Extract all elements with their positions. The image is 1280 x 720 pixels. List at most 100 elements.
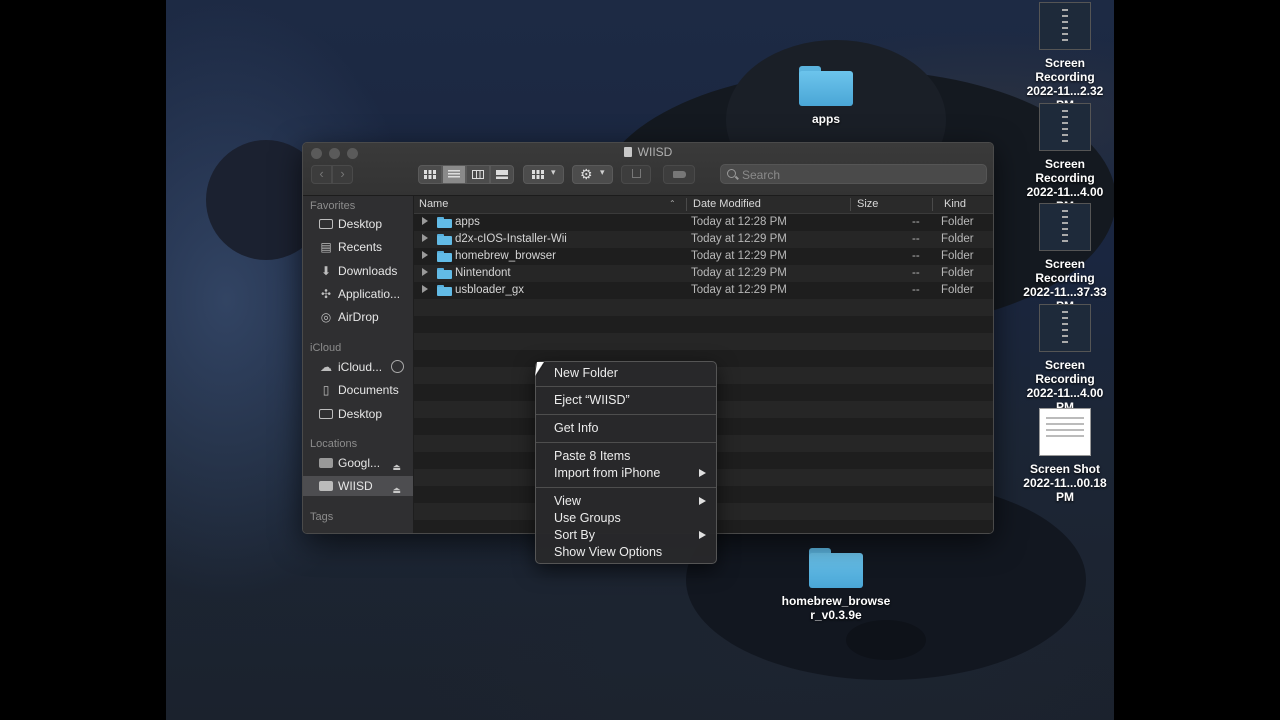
search-field[interactable]	[720, 164, 987, 184]
table-row[interactable]: usbloader_gx Today at 12:29 PM -- Folder	[414, 282, 993, 299]
sidebar-item-label: AirDrop	[338, 310, 379, 324]
sidebar-item-desktop[interactable]: Desktop	[303, 214, 413, 234]
menu-item-eject[interactable]: Eject “WIISD”	[536, 392, 716, 409]
grid-icon	[532, 170, 544, 179]
chevron-down-icon: ▾	[600, 167, 605, 177]
sidebar-item-icloud-drive[interactable]: ☁ iCloud...	[303, 357, 413, 377]
download-icon: ⬇	[320, 264, 332, 278]
desktop-file-screen-shot[interactable]: Screen Shot 2022-11...00.18 PM	[1016, 408, 1114, 504]
file-size: --	[912, 216, 920, 228]
sidebar-item-label: Desktop	[338, 407, 383, 421]
desktop-file-screen-recording[interactable]: Screen Recording 2022-11...4.00 PM	[1016, 304, 1114, 414]
menu-separator	[536, 414, 716, 415]
file-date: Today at 12:29 PM	[691, 233, 787, 245]
table-row[interactable]: Nintendont Today at 12:29 PM -- Folder	[414, 265, 993, 282]
icon-view-button[interactable]	[418, 165, 442, 184]
drive-icon	[319, 458, 333, 468]
file-kind: Folder	[941, 216, 974, 228]
menu-item-view[interactable]: View	[536, 493, 716, 510]
file-size: --	[912, 284, 920, 296]
eject-icon[interactable]: ⏏	[392, 457, 401, 477]
disclosure-triangle-icon[interactable]	[422, 234, 428, 242]
chevron-down-icon: ▾	[551, 167, 556, 177]
titlebar: WIISD ‹ › ▾ ⚙ ▾	[303, 143, 993, 196]
menu-item-paste[interactable]: Paste 8 Items	[536, 448, 716, 465]
sidebar-section-tags: Tags	[310, 511, 334, 523]
sidebar-item-label: Googl...	[338, 456, 381, 470]
desktop-folder-apps[interactable]: apps	[796, 66, 856, 126]
table-row[interactable]: homebrew_browser Today at 12:29 PM -- Fo…	[414, 248, 993, 265]
desktop-icon	[319, 219, 333, 229]
file-date: Today at 12:28 PM	[691, 216, 787, 228]
drive-icon	[319, 481, 333, 491]
menu-separator	[536, 442, 716, 443]
sidebar-item-recents[interactable]: ▤ Recents	[303, 237, 413, 257]
list-view-button[interactable]	[442, 165, 466, 184]
sidebar-item-label: Documents	[338, 383, 399, 397]
column-size[interactable]: Size	[857, 198, 878, 210]
file-kind: Folder	[941, 284, 974, 296]
sidebar-item-google-drive[interactable]: Googl... ⏏	[303, 453, 413, 473]
desktop-file-screen-recording[interactable]: Screen Recording 2022-11...37.33 PM	[1016, 203, 1114, 313]
sidebar-item-applications[interactable]: ✣ Applicatio...	[303, 284, 413, 304]
file-name: homebrew_browser	[455, 250, 556, 262]
sidebar-item-wiisd[interactable]: WIISD ⏏	[303, 476, 413, 496]
grid-icon	[424, 170, 436, 179]
disclosure-triangle-icon[interactable]	[422, 285, 428, 293]
sidebar-item-documents[interactable]: ▯ Documents	[303, 380, 413, 400]
sidebar-item-label: iCloud...	[338, 360, 383, 374]
share-button[interactable]	[621, 165, 651, 184]
action-button[interactable]: ⚙ ▾	[572, 165, 613, 184]
desktop-folder-homebrew[interactable]: homebrew_browse r_v0.3.9e	[780, 548, 892, 622]
sidebar-section-favorites: Favorites	[310, 200, 356, 212]
file-kind: Folder	[941, 250, 974, 262]
gear-icon: ⚙	[580, 166, 593, 182]
file-date: Today at 12:29 PM	[691, 284, 787, 296]
column-view-button[interactable]	[466, 165, 490, 184]
file-name: apps	[455, 216, 480, 228]
menu-item-label: Sort By	[554, 528, 595, 542]
table-row[interactable]: apps Today at 12:28 PM -- Folder	[414, 214, 993, 231]
menu-item-use-groups[interactable]: Use Groups	[536, 510, 716, 527]
sidebar-item-airdrop[interactable]: ◎ AirDrop	[303, 307, 413, 327]
menu-item-show-view-options[interactable]: Show View Options	[536, 544, 716, 561]
columns-icon	[472, 170, 484, 179]
airdrop-icon: ◎	[320, 310, 332, 324]
group-button[interactable]: ▾	[523, 165, 564, 184]
back-button[interactable]: ‹	[311, 165, 332, 184]
menu-item-sort-by[interactable]: Sort By	[536, 527, 716, 544]
desktop-file-screen-recording[interactable]: Screen Recording 2022-11...2.32 PM	[1016, 2, 1114, 112]
sidebar-item-icloud-desktop[interactable]: Desktop	[303, 404, 413, 424]
sidebar-section-locations: Locations	[310, 438, 358, 450]
file-size: --	[912, 267, 920, 279]
disclosure-triangle-icon[interactable]	[422, 251, 428, 259]
sidebar-item-downloads[interactable]: ⬇ Downloads	[303, 261, 413, 281]
video-thumbnail-icon	[1039, 203, 1091, 251]
menu-item-import-from-iphone[interactable]: Import from iPhone	[536, 465, 716, 482]
eject-icon[interactable]: ⏏	[392, 480, 401, 500]
file-kind: Folder	[941, 267, 974, 279]
menu-item-get-info[interactable]: Get Info	[536, 420, 716, 437]
desktop-icon-label: apps	[811, 112, 840, 126]
disclosure-triangle-icon[interactable]	[422, 217, 428, 225]
gallery-view-button[interactable]	[490, 165, 514, 184]
forward-button[interactable]: ›	[332, 165, 353, 184]
column-kind[interactable]: Kind	[944, 198, 966, 210]
disclosure-triangle-icon[interactable]	[422, 268, 428, 276]
context-menu: New Folder Eject “WIISD” Get Info Paste …	[535, 361, 717, 564]
desktop-icon-label: r_v0.3.9e	[810, 608, 862, 622]
video-thumbnail-icon	[1039, 304, 1091, 352]
column-name[interactable]: Name	[419, 198, 448, 210]
folder-icon	[437, 285, 452, 296]
submenu-arrow-icon	[699, 469, 706, 477]
tags-button[interactable]	[663, 165, 695, 184]
desktop-icon	[319, 409, 333, 419]
menu-item-new-folder[interactable]: New Folder	[536, 365, 716, 382]
table-row[interactable]: d2x-cIOS-Installer-Wii Today at 12:29 PM…	[414, 231, 993, 248]
column-date[interactable]: Date Modified	[693, 198, 761, 210]
search-input[interactable]	[740, 166, 984, 184]
sort-ascending-icon: ⌃	[669, 199, 676, 208]
desktop-file-screen-recording[interactable]: Screen Recording 2022-11...4.00 PM	[1016, 103, 1114, 213]
file-size: --	[912, 233, 920, 245]
recents-icon: ▤	[320, 240, 332, 254]
